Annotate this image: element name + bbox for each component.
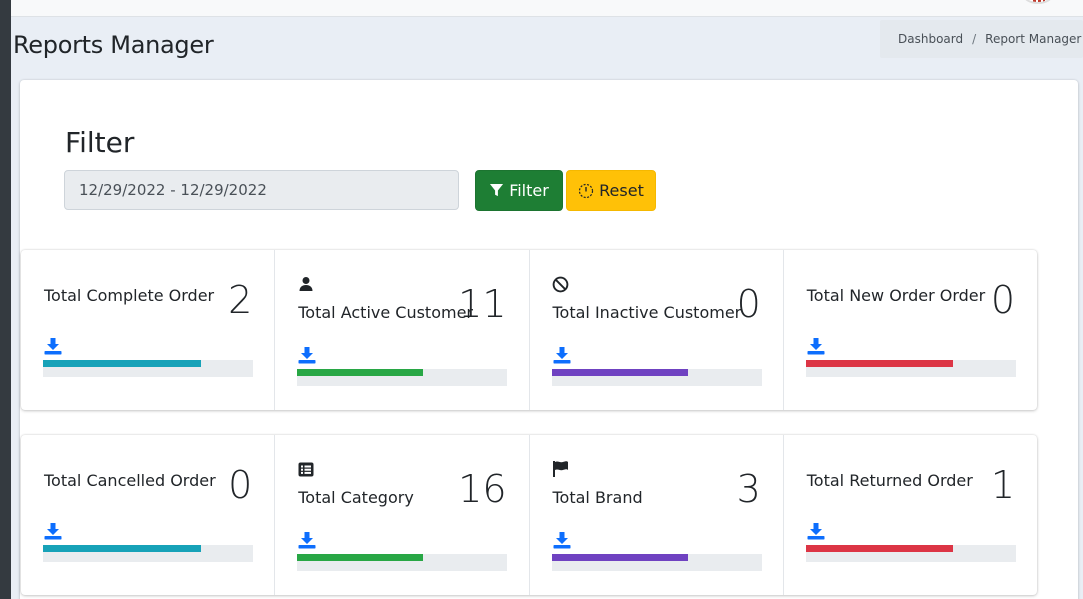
reset-button-label: Reset (599, 181, 644, 200)
progress-fill (43, 545, 201, 552)
progress-fill (551, 369, 688, 376)
top-navbar (11, 0, 1083, 17)
ban-icon (552, 275, 570, 293)
page-title: Reports Manager (13, 31, 214, 59)
download-icon[interactable] (807, 522, 825, 540)
progress-bar (43, 545, 253, 562)
download-icon[interactable] (298, 346, 316, 364)
progress-fill (297, 369, 424, 376)
filter-button[interactable]: Filter (475, 170, 563, 211)
stat-card-total-active-customer: Total Active Customer 11 (275, 250, 530, 410)
progress-bar (43, 360, 253, 377)
filter-icon (489, 183, 504, 198)
progress-fill (43, 360, 201, 367)
stat-label: Total Inactive Customer (552, 303, 742, 322)
stat-card-total-complete-order: Total Complete Order 2 (21, 250, 276, 410)
download-icon[interactable] (553, 346, 571, 364)
progress-fill (297, 554, 424, 561)
progress-fill (805, 545, 953, 552)
date-range-input[interactable] (64, 170, 459, 210)
stat-value: 0 (990, 278, 1015, 322)
stat-value: 0 (228, 463, 253, 507)
breadcrumb: Dashboard / Report Manager (880, 20, 1083, 58)
stats-row-1: Total Complete Order 2 Total Active Custom… (21, 250, 1037, 410)
user-icon (297, 275, 315, 293)
list-icon (297, 460, 315, 478)
flag-icon (552, 460, 570, 478)
stat-value: 2 (228, 278, 253, 322)
download-icon[interactable] (44, 337, 62, 355)
filter-button-label: Filter (509, 181, 549, 200)
reset-button[interactable]: Reset (566, 170, 656, 211)
breadcrumb-current: Report Manager (985, 32, 1082, 46)
breadcrumb-separator: / (972, 32, 977, 46)
progress-bar (551, 369, 762, 386)
stat-label: Total New Order Order (806, 286, 986, 305)
download-icon[interactable] (298, 531, 316, 549)
progress-bar (297, 554, 508, 571)
stat-label: Total Complete Order (44, 286, 215, 305)
progress-bar (805, 545, 1016, 562)
stat-label: Total Brand (552, 488, 643, 507)
stat-value: 1 (990, 463, 1015, 507)
user-avatar[interactable] (1023, 0, 1053, 4)
progress-fill (805, 360, 953, 367)
download-icon[interactable] (553, 531, 571, 549)
stat-card-total-cancelled-order: Total Cancelled Order 0 (21, 435, 276, 595)
stat-card-total-brand: Total Brand 3 (530, 435, 784, 595)
stat-value: 11 (458, 282, 507, 326)
sidebar-edge (0, 0, 11, 599)
stat-card-total-new-order-order: Total New Order Order 0 (784, 250, 1037, 410)
filter-title: Filter (65, 126, 135, 159)
stat-value: 16 (458, 467, 507, 511)
progress-fill (551, 554, 688, 561)
stat-value: 0 (736, 282, 761, 326)
progress-bar (297, 369, 508, 386)
stat-card-total-category: Total Category 16 (275, 435, 530, 595)
reset-icon (578, 183, 594, 199)
stats-row-2: Total Cancelled Order 0 Total Category 16 To… (21, 435, 1037, 595)
stat-label: Total Category (298, 488, 414, 507)
stat-value: 3 (736, 467, 761, 511)
download-icon[interactable] (807, 337, 825, 355)
stat-card-total-returned-order: Total Returned Order 1 (784, 435, 1037, 595)
stat-label: Total Cancelled Order (44, 471, 216, 490)
breadcrumb-dashboard[interactable]: Dashboard (898, 32, 963, 46)
stat-label: Total Returned Order (806, 471, 973, 490)
stat-card-total-inactive-customer: Total Inactive Customer 0 (530, 250, 784, 410)
download-icon[interactable] (44, 522, 62, 540)
progress-bar (551, 554, 762, 571)
stat-label: Total Active Customer (298, 303, 473, 322)
progress-bar (805, 360, 1016, 377)
